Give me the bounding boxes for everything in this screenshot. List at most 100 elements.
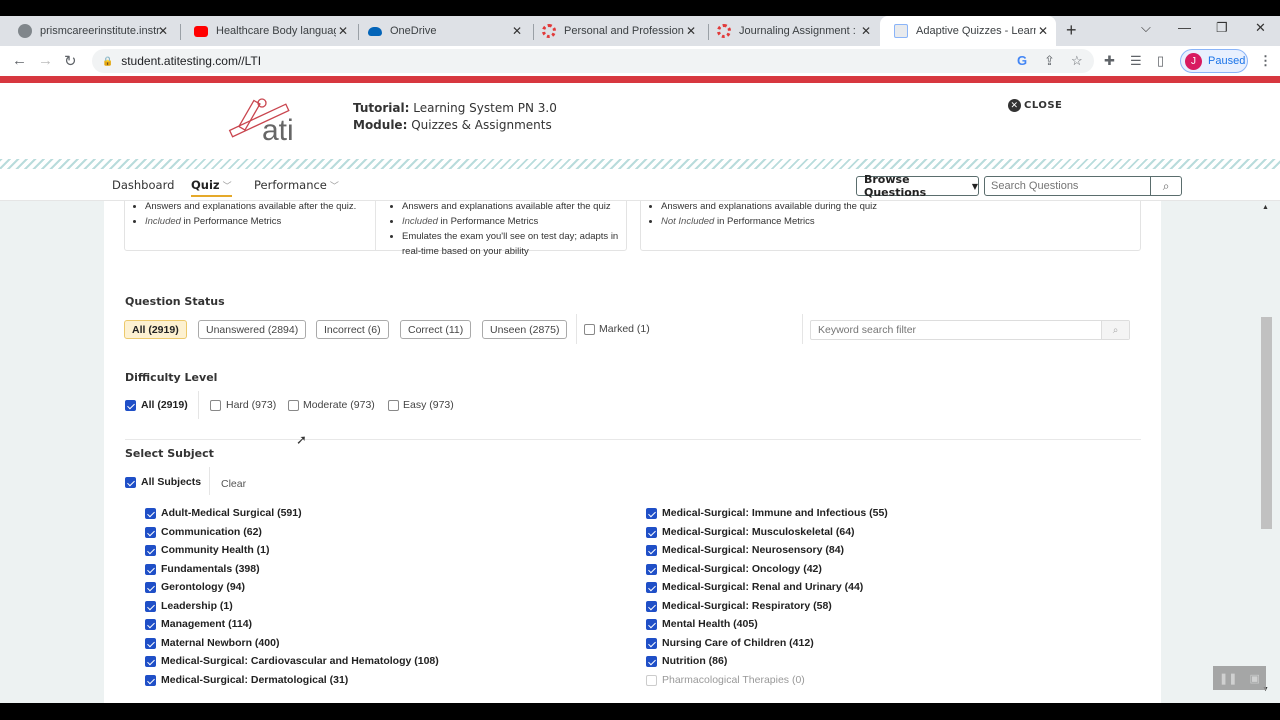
subject-checkbox[interactable] [646, 637, 657, 649]
divider [802, 314, 803, 344]
subject-checkbox[interactable] [646, 563, 657, 575]
profile-button[interactable]: J Paused [1180, 49, 1248, 73]
extensions-icon[interactable]: ✚ [1104, 53, 1115, 69]
difficulty-all-checkbox[interactable] [125, 400, 136, 411]
browser-tab[interactable]: Personal and Professional R ✕ [528, 16, 704, 46]
close-tab-icon[interactable]: ✕ [1038, 24, 1048, 38]
search-icon[interactable]: ⌕ [1150, 177, 1181, 195]
divider [209, 467, 210, 495]
canvas-icon [542, 24, 556, 38]
forward-icon[interactable]: → [38, 52, 53, 69]
canvas-icon [717, 24, 731, 38]
browser-tab[interactable]: Healthcare Body language ✕ [180, 16, 356, 46]
close-tab-icon[interactable]: ✕ [512, 24, 522, 38]
subject-checkbox[interactable] [646, 656, 657, 667]
mouse-cursor-icon: ➚ [296, 432, 307, 447]
window-top-border [0, 0, 1280, 16]
card-bullets: Answers and explanations available durin… [649, 199, 1129, 229]
subject-label: Medical-Surgical: Renal and Urinary (44) [662, 581, 864, 593]
url-field[interactable]: 🔒 student.atitesting.com//LTI [92, 49, 1094, 73]
subject-checkbox[interactable] [145, 619, 156, 630]
menu-icon[interactable]: ⋮ [1259, 53, 1272, 69]
subject-checkbox[interactable] [145, 600, 156, 612]
all-subjects-checkbox[interactable] [125, 477, 136, 488]
subject-checkbox[interactable] [145, 563, 156, 575]
nav-performance[interactable]: Performance ﹀ [254, 178, 339, 192]
marked-checkbox[interactable] [584, 324, 595, 335]
lock-icon: 🔒 [102, 55, 114, 66]
close-tab-icon[interactable]: ✕ [158, 24, 168, 38]
brand-stripe [0, 76, 1280, 83]
google-icon[interactable]: G [1017, 53, 1027, 68]
nav-quiz[interactable]: Quiz ﹀ [191, 178, 232, 197]
subject-label: Adult-Medical Surgical (591) [161, 507, 302, 519]
clear-subjects-link[interactable]: Clear [221, 478, 246, 490]
subject-label: Medical-Surgical: Dermatological (31) [161, 673, 349, 686]
close-tab-icon[interactable]: ✕ [338, 24, 348, 38]
subject-checkbox[interactable] [646, 674, 657, 686]
difficulty-hard-checkbox[interactable] [210, 400, 221, 411]
subject-checkbox[interactable] [646, 545, 657, 556]
browser-tab[interactable]: prismcareerinstitute.instruc ✕ [4, 16, 176, 46]
back-icon[interactable]: ← [12, 52, 27, 69]
subject-checkbox[interactable] [646, 619, 657, 630]
bullet: Included in Performance Metrics [402, 214, 620, 229]
subject-checkbox[interactable] [646, 600, 657, 612]
nav-dashboard[interactable]: Dashboard [112, 178, 174, 192]
subject-label: Nutrition (86) [662, 655, 728, 667]
minimize-icon[interactable]: — [1178, 20, 1191, 35]
difficulty-moderate-checkbox[interactable] [288, 400, 299, 411]
screen-icon[interactable]: ▣ [1250, 672, 1260, 685]
subject-label: Medical-Surgical: Neurosensory (84) [662, 544, 845, 556]
subject-checkbox[interactable] [145, 656, 156, 667]
subject-checkbox[interactable] [145, 637, 156, 649]
close-tab-icon[interactable]: ✕ [686, 24, 696, 38]
bookmark-star-icon[interactable]: ☆ [1071, 53, 1083, 69]
browser-tab-active[interactable]: Adaptive Quizzes - Learning ✕ [880, 16, 1056, 46]
share-icon[interactable]: ⇪ [1044, 53, 1055, 69]
reload-icon[interactable]: ↻ [64, 52, 77, 70]
close-circle-icon: ✕ [1008, 99, 1021, 112]
status-pill-unanswered[interactable]: Unanswered (2894) [198, 320, 307, 339]
difficulty-easy-checkbox[interactable] [388, 400, 399, 411]
onedrive-icon [368, 26, 382, 36]
browser-tab[interactable]: OneDrive ✕ [354, 16, 530, 46]
subject-checkbox[interactable] [145, 545, 156, 556]
search-questions: ⌕ [984, 176, 1182, 196]
search-icon[interactable]: ⌕ [1101, 321, 1129, 339]
status-pill-unseen[interactable]: Unseen (2875) [482, 320, 568, 339]
status-pill-correct[interactable]: Correct (11) [400, 320, 472, 339]
search-questions-input[interactable] [985, 177, 1151, 195]
bullet: Not Included in Performance Metrics [661, 214, 1129, 229]
subject-checkbox[interactable] [646, 582, 657, 593]
subject-checkbox[interactable] [646, 526, 657, 538]
browser-tab[interactable]: Journaling Assignment : Ca ✕ [703, 16, 879, 46]
scroll-up-icon[interactable]: ▲ [1262, 204, 1269, 211]
video-overlay-controls[interactable]: ❚❚ ▣ [1213, 666, 1266, 690]
status-pill-all[interactable]: All (2919) [124, 320, 187, 339]
subject-checkbox[interactable] [145, 508, 156, 519]
tab-search-icon[interactable]: ⌵ [1141, 20, 1151, 36]
scrollbar-thumb[interactable] [1261, 317, 1272, 529]
chevron-down-icon: ﹀ [329, 182, 339, 192]
close-tab-icon[interactable]: ✕ [861, 24, 871, 38]
window-close-icon[interactable]: ✕ [1255, 20, 1266, 36]
keyword-search-input[interactable] [811, 321, 1101, 339]
page-scrollbar[interactable]: ▲ ▼ [1258, 201, 1274, 701]
difficulty-easy-label: Easy (973) [403, 399, 454, 411]
subject-checkbox[interactable] [145, 526, 156, 538]
screen: prismcareerinstitute.instruc ✕ Healthcar… [0, 0, 1280, 720]
pause-icon[interactable]: ❚❚ [1219, 672, 1237, 685]
bullet: Answers and explanations available after… [402, 199, 620, 214]
subject-checkbox[interactable] [646, 508, 657, 519]
reading-list-icon[interactable]: ☰ [1130, 53, 1142, 69]
side-panel-icon[interactable]: ▯ [1157, 53, 1164, 69]
subject-checkbox[interactable] [145, 674, 156, 686]
subject-checkbox[interactable] [145, 582, 156, 593]
restore-icon[interactable]: ❐ [1216, 20, 1228, 36]
browse-questions-dropdown[interactable]: Browse Questions ▼ [856, 173, 979, 199]
status-pill-incorrect[interactable]: Incorrect (6) [316, 320, 389, 339]
close-button[interactable]: ✕ CLOSE [1008, 99, 1062, 112]
new-tab-button[interactable]: + [1066, 20, 1077, 41]
select-subject-title: Select Subject [125, 447, 214, 460]
